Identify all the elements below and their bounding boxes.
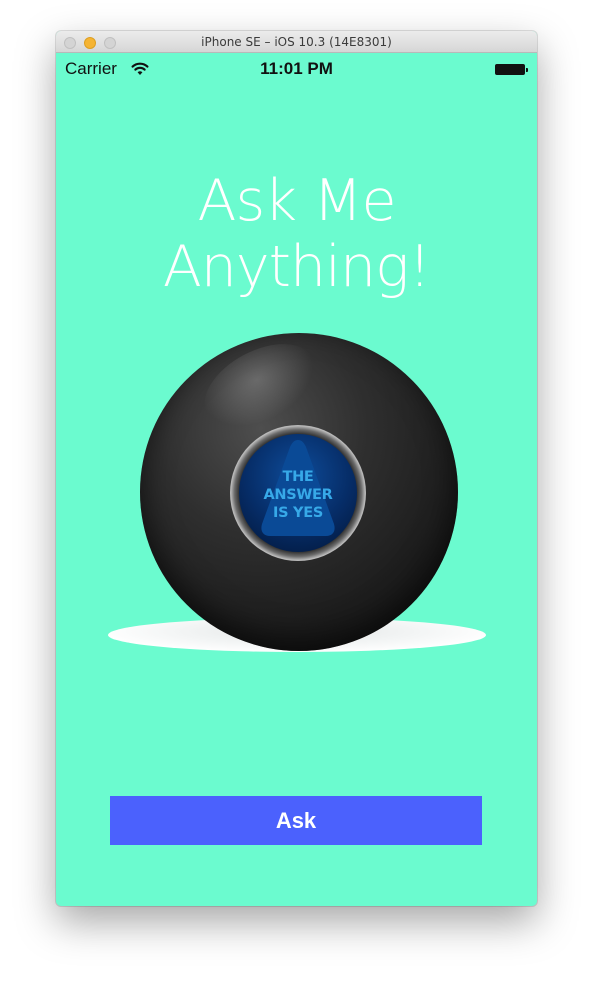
window-titlebar: iPhone SE – iOS 10.3 (14E8301) [56,31,537,53]
magic-8-ball-image: THE ANSWER IS YES [108,326,486,673]
page-title: Ask Me Anything! [162,168,431,300]
status-time: 11:01 PM [260,59,333,78]
window-title: iPhone SE – iOS 10.3 (14E8301) [201,35,392,49]
answer-window: THE ANSWER IS YES [239,434,357,552]
answer-text: THE ANSWER IS YES [239,468,357,522]
answer-line-2: ANSWER [263,487,333,503]
ball-body: THE ANSWER IS YES [140,326,458,651]
simulator-window: iPhone SE – iOS 10.3 (14E8301) Carrier 1… [56,31,537,906]
battery-icon [495,64,528,75]
device-screen: Carrier 11:01 PM Ask Me Anything! THE AN… [56,53,537,906]
ask-button[interactable]: Ask [110,796,482,845]
answer-line-3: IS YES [273,505,323,521]
answer-line-1: THE [282,469,314,485]
status-bar: Carrier 11:01 PM [56,53,537,85]
